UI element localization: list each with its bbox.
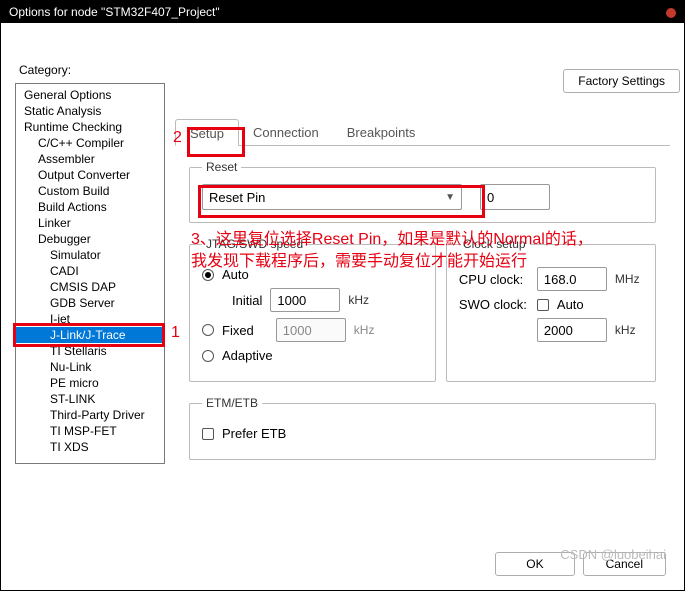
cat-assembler[interactable]: Assembler (16, 151, 164, 167)
swo-clock-input[interactable]: 2000 (537, 318, 607, 342)
jtag-legend: JTAG/SWD speed (202, 237, 307, 251)
cat-cpp-compiler[interactable]: C/C++ Compiler (16, 135, 164, 151)
content-area: Factory Settings Category: General Optio… (1, 23, 684, 590)
radio-adaptive-label: Adaptive (222, 348, 273, 363)
initial-input[interactable]: 1000 (270, 288, 340, 312)
clock-setup-group: Clock setup CPU clock: 168.0 MHz SWO clo… (446, 237, 656, 382)
cat-debugger[interactable]: Debugger (16, 231, 164, 247)
radio-adaptive[interactable] (202, 350, 214, 362)
jtag-speed-group: JTAG/SWD speed Auto Initial 1000 kHz (189, 237, 436, 382)
close-icon[interactable] (666, 8, 676, 18)
cat-ti-mspfet[interactable]: TI MSP-FET (16, 423, 164, 439)
reset-group: Reset Reset Pin ▼ 0 (189, 160, 656, 223)
tabs: Setup Connection Breakpoints (175, 119, 670, 146)
clock-legend: Clock setup (459, 237, 530, 251)
cat-custom-build[interactable]: Custom Build (16, 183, 164, 199)
cat-linker[interactable]: Linker (16, 215, 164, 231)
category-list[interactable]: General Options Static Analysis Runtime … (15, 83, 165, 464)
reset-type-select[interactable]: Reset Pin ▼ (202, 184, 462, 210)
cat-runtime-checking[interactable]: Runtime Checking (16, 119, 164, 135)
options-dialog: Options for node "STM32F407_Project" Fac… (0, 0, 685, 591)
cat-gdb-server[interactable]: GDB Server (16, 295, 164, 311)
settings-panel: Setup Connection Breakpoints Reset Reset… (175, 83, 670, 464)
reset-type-value: Reset Pin (209, 190, 265, 205)
chevron-down-icon: ▼ (445, 192, 455, 203)
reset-value-input[interactable]: 0 (480, 184, 550, 210)
radio-auto[interactable] (202, 269, 214, 281)
cat-stlink[interactable]: ST-LINK (16, 391, 164, 407)
etm-etb-group: ETM/ETB Prefer ETB (189, 396, 656, 460)
cpu-clock-label: CPU clock: (459, 272, 529, 287)
swo-auto-label: Auto (557, 297, 584, 312)
tab-connection[interactable]: Connection (239, 119, 333, 145)
titlebar: Options for node "STM32F407_Project" (1, 1, 684, 23)
cpu-clock-unit: MHz (615, 272, 640, 286)
radio-fixed-label: Fixed (222, 323, 254, 338)
swo-clock-label: SWO clock: (459, 297, 529, 312)
cat-nulink[interactable]: Nu-Link (16, 359, 164, 375)
cat-ijet[interactable]: I-jet (16, 311, 164, 327)
tab-setup[interactable]: Setup (175, 119, 239, 146)
cat-ti-xds[interactable]: TI XDS (16, 439, 164, 455)
cat-pemicro[interactable]: PE micro (16, 375, 164, 391)
reset-legend: Reset (202, 160, 241, 174)
swo-auto-checkbox[interactable] (537, 299, 549, 311)
cpu-clock-input[interactable]: 168.0 (537, 267, 607, 291)
fixed-input: 1000 (276, 318, 346, 342)
watermark: CSDN @luobeihai (560, 547, 666, 562)
initial-label: Initial (232, 293, 262, 308)
cat-output-converter[interactable]: Output Converter (16, 167, 164, 183)
initial-unit: kHz (348, 293, 369, 307)
prefer-etb-checkbox[interactable] (202, 428, 214, 440)
etm-legend: ETM/ETB (202, 396, 262, 410)
cat-jlink-jtrace[interactable]: J-Link/J-Trace (16, 327, 164, 343)
window-title: Options for node "STM32F407_Project" (9, 5, 220, 19)
cat-build-actions[interactable]: Build Actions (16, 199, 164, 215)
cat-third-party[interactable]: Third-Party Driver (16, 407, 164, 423)
radio-fixed[interactable] (202, 324, 214, 336)
cat-static-analysis[interactable]: Static Analysis (16, 103, 164, 119)
cat-general-options[interactable]: General Options (16, 87, 164, 103)
swo-clock-unit: kHz (615, 323, 636, 337)
cat-ti-stellaris[interactable]: TI Stellaris (16, 343, 164, 359)
cat-cmsis-dap[interactable]: CMSIS DAP (16, 279, 164, 295)
prefer-etb-label: Prefer ETB (222, 426, 286, 441)
cat-simulator[interactable]: Simulator (16, 247, 164, 263)
tab-breakpoints[interactable]: Breakpoints (333, 119, 430, 145)
radio-auto-label: Auto (222, 267, 249, 282)
cat-cadi[interactable]: CADI (16, 263, 164, 279)
fixed-unit: kHz (354, 323, 375, 337)
